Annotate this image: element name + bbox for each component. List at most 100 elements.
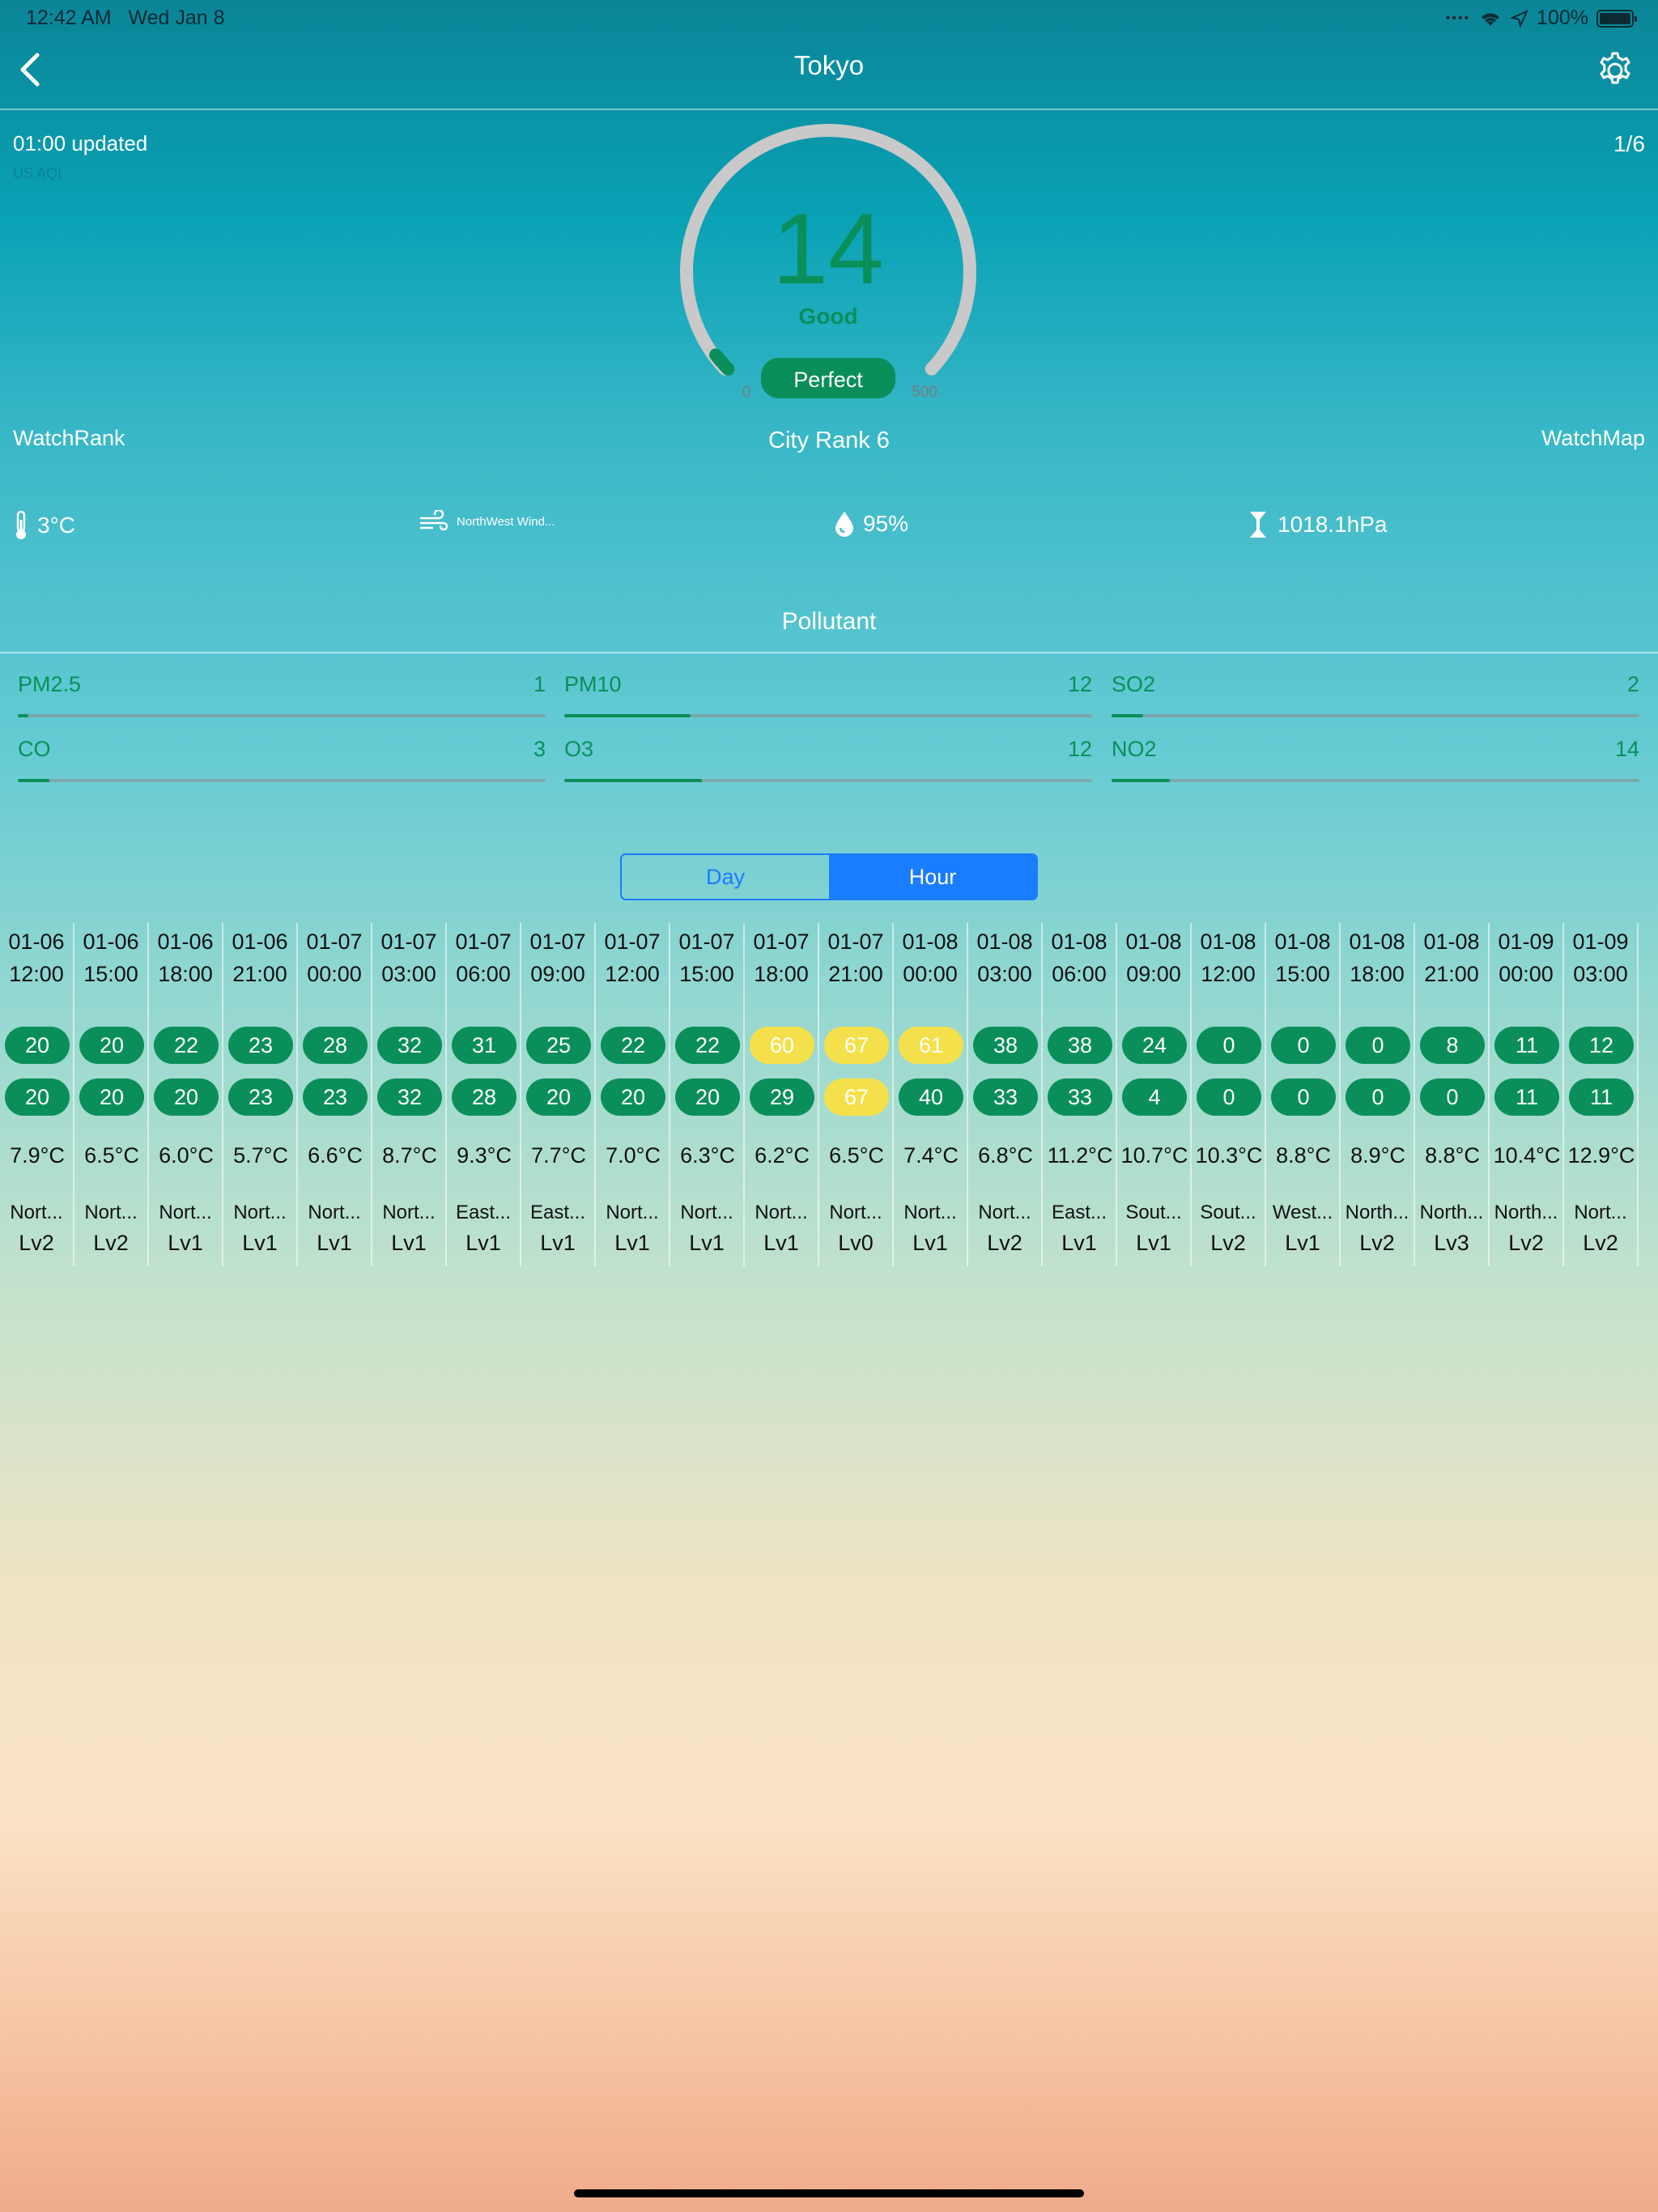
aqi-pill: 28 <box>303 1027 368 1064</box>
city-rank-label[interactable]: City Rank 6 <box>0 428 1658 454</box>
pollutant-o3[interactable]: O3 12 <box>564 737 1092 785</box>
hour-time: 03:00 <box>381 962 436 986</box>
hour-column[interactable]: 01-08 15:00 0 0 8.8°C West... Lv1 <box>1266 923 1341 1266</box>
pollutant-value: 12 <box>1067 737 1092 761</box>
hour-column[interactable]: 01-06 18:00 22 20 6.0°C Nort... Lv1 <box>149 923 223 1266</box>
aqi-pill: 38 <box>1048 1027 1112 1064</box>
hour-date: 01-06 <box>8 929 65 954</box>
gear-icon[interactable] <box>1593 49 1637 92</box>
watch-map-link[interactable]: WatchMap <box>1541 426 1645 451</box>
pollutant-no2[interactable]: NO2 14 <box>1112 737 1639 785</box>
hour-column[interactable]: 01-08 00:00 61 40 7.4°C Nort... Lv1 <box>894 923 968 1266</box>
gauge-max-label: 500 <box>912 384 937 401</box>
pollutant-value: 14 <box>1614 737 1639 761</box>
hour-column[interactable]: 01-07 12:00 22 20 7.0°C Nort... Lv1 <box>596 923 670 1266</box>
pollutant-bar <box>1112 779 1170 782</box>
hour-column[interactable]: 01-07 03:00 32 32 8.7°C Nort... Lv1 <box>372 923 447 1266</box>
hour-column[interactable]: 01-08 06:00 38 33 11.2°C East... Lv1 <box>1043 923 1117 1266</box>
temperature-item: 3°C <box>13 510 75 541</box>
segment-day[interactable]: Day <box>622 855 829 899</box>
hour-column[interactable]: 01-07 00:00 28 23 6.6°C Nort... Lv1 <box>298 923 372 1266</box>
hour-column[interactable]: 01-07 18:00 60 29 6.2°C Nort... Lv1 <box>745 923 819 1266</box>
pollutant-name: PM2.5 <box>18 672 82 696</box>
hour-time: 18:00 <box>1350 962 1405 986</box>
hour-column[interactable]: 01-08 09:00 24 4 10.7°C Sout... Lv1 <box>1117 923 1192 1266</box>
hour-wind-level: Lv2 <box>1210 1231 1246 1255</box>
updated-label: 01:00 updated <box>13 131 148 155</box>
pollutant-title: Pollutant <box>781 608 877 635</box>
hour-wind: East... <box>455 1202 512 1223</box>
hour-column[interactable]: 01-08 03:00 38 33 6.8°C Nort... Lv2 <box>968 923 1043 1266</box>
pollutant-name: NO2 <box>1112 737 1157 761</box>
hour-temperature: 6.6°C <box>308 1143 363 1168</box>
hour-column[interactable]: 01-09 00:00 11 11 10.4°C North... Lv2 <box>1490 923 1564 1266</box>
hour-temperature: 10.3°C <box>1195 1143 1263 1168</box>
nav-divider <box>0 108 1658 110</box>
hour-column[interactable]: 01-07 21:00 67 67 6.5°C Nort... Lv0 <box>819 923 894 1266</box>
aqi-pill-secondary: 20 <box>601 1078 665 1116</box>
aqi-pill-secondary: 20 <box>154 1078 219 1116</box>
hour-temperature: 7.0°C <box>606 1143 661 1168</box>
aqi-gauge: 14 Good Perfect 0 500 <box>672 121 984 402</box>
hour-time: 12:00 <box>9 962 64 986</box>
hour-wind-level: Lv1 <box>168 1231 203 1255</box>
hour-column[interactable]: 01-08 12:00 0 0 10.3°C Sout... Lv2 <box>1192 923 1266 1266</box>
hour-wind: Sout... <box>1125 1202 1182 1223</box>
pollutant-track <box>18 779 546 782</box>
hour-column[interactable]: 01-07 15:00 22 20 6.3°C Nort... Lv1 <box>670 923 745 1266</box>
hourly-forecast-table[interactable]: 01-06 12:00 20 20 7.9°C Nort... Lv2 01-06 15:00 2… <box>0 923 1658 1266</box>
hour-date: 01-07 <box>455 929 512 954</box>
hour-column[interactable]: 01-07 06:00 31 28 9.3°C East... Lv1 <box>447 923 521 1266</box>
aqi-pill-secondary: 32 <box>377 1078 442 1116</box>
hour-wind: Nort... <box>903 1202 957 1223</box>
hour-time: 09:00 <box>1126 962 1181 986</box>
hour-column[interactable]: 01-08 18:00 0 0 8.9°C North... Lv2 <box>1341 923 1415 1266</box>
page-title: Tokyo <box>793 50 865 80</box>
hour-wind: Nort... <box>382 1202 436 1223</box>
hour-temperature: 8.9°C <box>1350 1143 1405 1168</box>
hour-column[interactable]: 01-06 21:00 23 23 5.7°C Nort... Lv1 <box>223 923 298 1266</box>
temperature-value: 3°C <box>37 513 75 538</box>
pollutant-name: O3 <box>564 737 594 761</box>
hour-wind: Nort... <box>84 1202 138 1223</box>
hour-column[interactable]: 01-06 12:00 20 20 7.9°C Nort... Lv2 <box>0 923 74 1266</box>
pollutant-pm25[interactable]: PM2.5 1 <box>18 672 546 721</box>
hour-wind: North... <box>1345 1202 1409 1223</box>
hour-date: 01-07 <box>604 929 661 954</box>
hour-time: 21:00 <box>1424 962 1479 986</box>
pollutant-pm10[interactable]: PM10 12 <box>564 672 1092 721</box>
hour-column[interactable]: 01-09 03:00 12 11 12.9°C Nort... Lv2 <box>1564 923 1639 1266</box>
aqi-pill: 60 <box>750 1027 814 1064</box>
hour-time: 09:00 <box>530 962 585 986</box>
pollutant-co[interactable]: CO 3 <box>18 737 546 785</box>
hour-wind-level: Lv1 <box>391 1231 427 1255</box>
home-indicator[interactable] <box>574 2189 1084 2197</box>
pollutant-value: 1 <box>533 672 546 696</box>
hour-column[interactable]: 01-08 21:00 8 0 8.8°C North... Lv3 <box>1415 923 1490 1266</box>
pollutant-so2[interactable]: SO2 2 <box>1112 672 1639 721</box>
hour-date: 01-07 <box>678 929 735 954</box>
hour-time: 00:00 <box>903 962 958 986</box>
hour-column[interactable]: 01-07 09:00 25 20 7.7°C East... Lv1 <box>521 923 596 1266</box>
hour-wind: East... <box>529 1202 586 1223</box>
aqi-pill: 22 <box>601 1027 665 1064</box>
hour-date: 01-06 <box>157 929 214 954</box>
hour-column[interactable]: 01-06 15:00 20 20 6.5°C Nort... Lv2 <box>74 923 149 1266</box>
aqi-status-label: Good <box>798 304 857 329</box>
hour-temperature: 7.9°C <box>10 1143 65 1168</box>
hour-wind: Nort... <box>1574 1202 1627 1223</box>
water-drop-icon <box>835 512 853 537</box>
aqi-pill: 20 <box>5 1027 70 1064</box>
hour-column-partial[interactable] <box>1639 923 1658 1266</box>
pollutant-name: SO2 <box>1112 672 1156 696</box>
gauge-min-label: 0 <box>742 384 751 401</box>
hour-wind-level: Lv1 <box>466 1231 501 1255</box>
aqi-pill-secondary: 29 <box>750 1078 814 1116</box>
hour-wind: Sout... <box>1200 1202 1256 1223</box>
segment-hour[interactable]: Hour <box>829 855 1036 899</box>
page-indicator: 1/6 <box>1613 131 1645 156</box>
hour-temperature: 11.2°C <box>1047 1143 1113 1168</box>
hour-temperature: 6.0°C <box>159 1143 214 1168</box>
aqi-pill: 24 <box>1122 1027 1187 1064</box>
wind-item: NorthWest Wind... <box>419 510 555 533</box>
